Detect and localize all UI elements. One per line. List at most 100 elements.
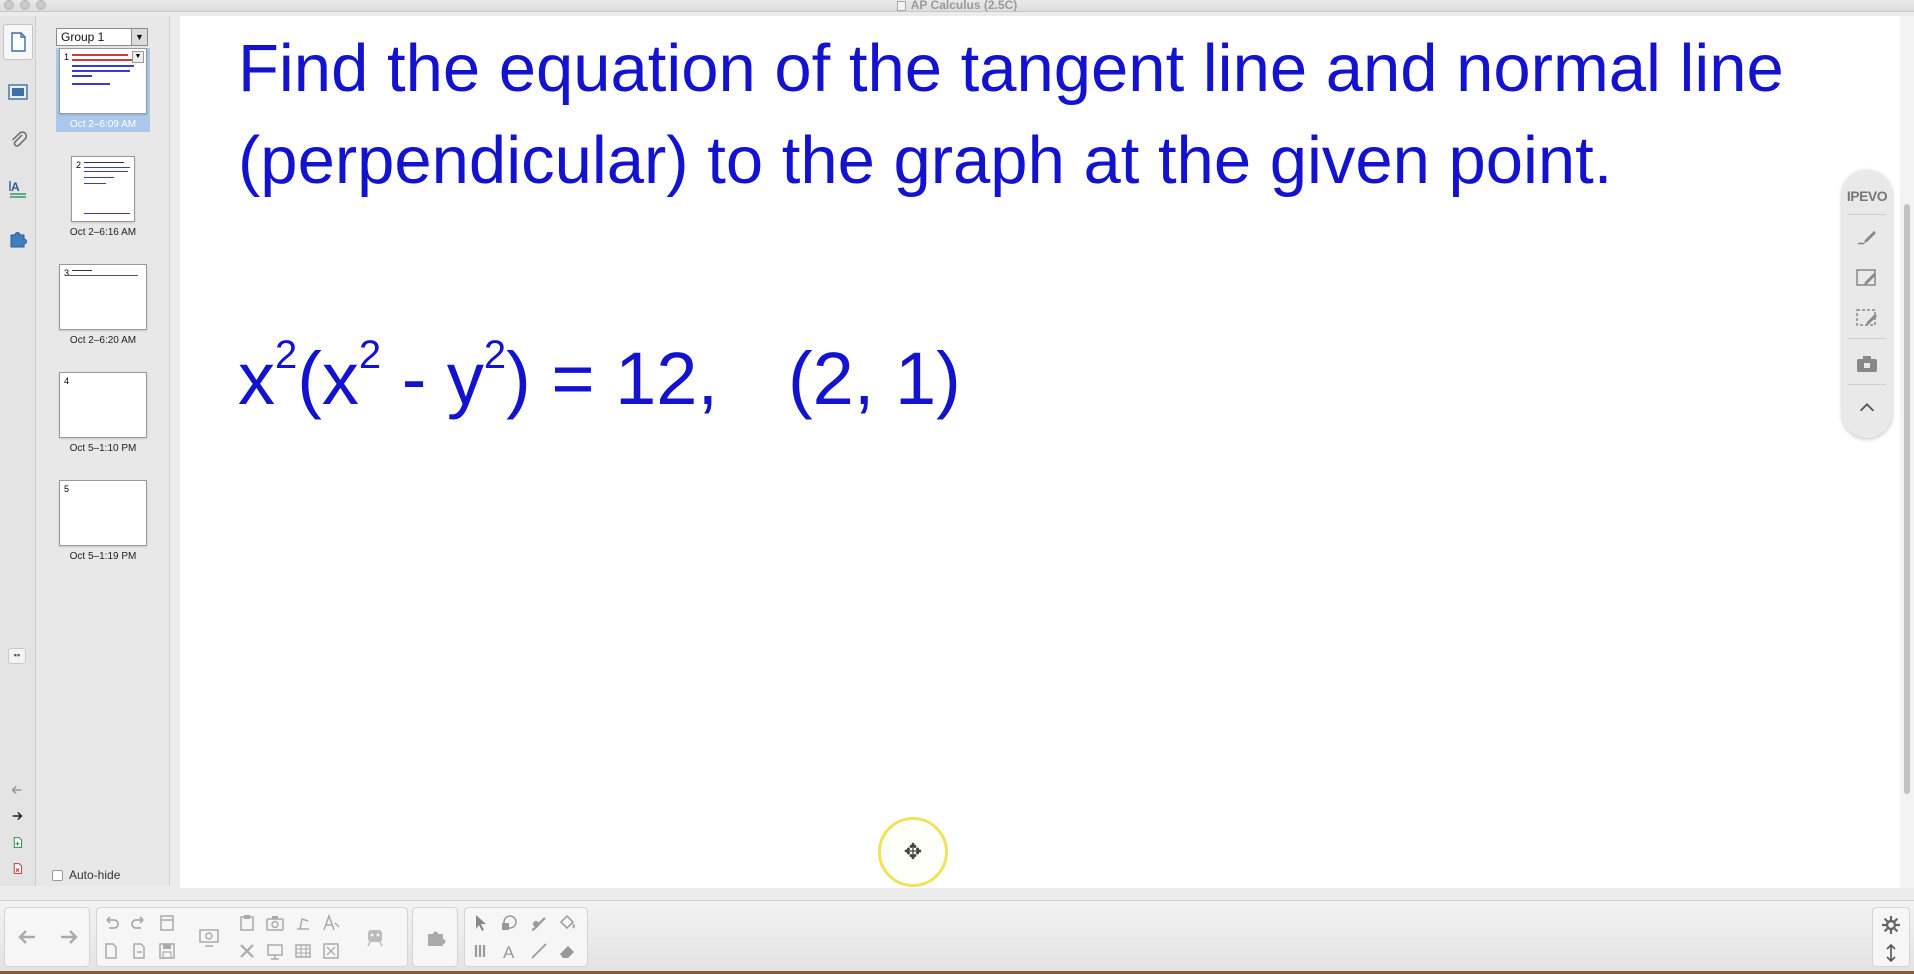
eraser-tool-button[interactable] <box>553 938 581 964</box>
camera-icon <box>1857 356 1877 372</box>
autohide-option[interactable]: Auto-hide <box>52 868 120 882</box>
thumbnail-menu-chevron-icon[interactable]: ▼ <box>132 51 144 63</box>
previous-page-mini-button[interactable] <box>6 780 28 800</box>
thumbnail-text-line <box>84 162 124 163</box>
svg-text:A: A <box>503 943 515 961</box>
page-thumbnail-2[interactable]: 2 Oct 2–6:16 AM <box>56 156 150 240</box>
chevron-down-icon[interactable]: ▼ <box>131 29 147 45</box>
page-sorter-tab[interactable] <box>3 24 33 60</box>
pens-icon <box>474 945 486 957</box>
response-button[interactable] <box>361 924 389 950</box>
insert-table-button[interactable] <box>289 938 317 964</box>
customize-toolbar-button[interactable] <box>1877 912 1905 938</box>
response-clicker-icon <box>367 930 383 947</box>
equation-point: (2, 1) <box>788 337 961 420</box>
equation-minus: - <box>381 337 447 420</box>
ipevo-floating-toolbar: IPEVO <box>1842 170 1892 438</box>
pen-tool-button[interactable] <box>467 938 495 964</box>
page-thumbnail-1[interactable]: 1 ▼ Oct 2–6:09 AM <box>56 48 150 132</box>
shape-tool-button[interactable] <box>495 910 523 936</box>
attachments-tab[interactable] <box>3 122 33 158</box>
add-ons-button[interactable] <box>422 924 450 950</box>
autohide-checkbox[interactable] <box>52 869 63 881</box>
add-ons-tab[interactable] <box>3 220 33 256</box>
close-icon <box>240 944 254 958</box>
delete-page-mini-button[interactable] <box>6 858 28 878</box>
thumbnail-text-line <box>84 177 114 178</box>
page-thumbnail-preview: 3 <box>59 264 147 330</box>
page-thumbnail-5[interactable]: 5 Oct 5–1:19 PM <box>56 480 150 564</box>
ipevo-collapse-button[interactable] <box>1853 394 1881 422</box>
navigation-group <box>4 907 90 967</box>
title-bar: AP Calculus (2.5C) <box>0 0 1914 12</box>
collapse-sidebar-handle[interactable]: ▪▪ <box>8 648 26 664</box>
previous-page-button[interactable] <box>13 924 41 950</box>
select-tool-button[interactable] <box>467 910 495 936</box>
scrollbar-thumb[interactable] <box>1904 204 1910 794</box>
ipevo-pen-button[interactable] <box>1853 224 1881 252</box>
text-icon: A <box>503 943 515 961</box>
page-number: 4 <box>64 376 70 386</box>
thumbnail-text-line <box>84 183 106 184</box>
problem-equation[interactable]: x2(x2 - y2) = 12, (2, 1) <box>238 333 961 421</box>
redo-button[interactable] <box>125 910 153 936</box>
thumbnail-text-line <box>72 270 92 271</box>
arrow-right-icon <box>12 811 23 821</box>
next-page-button[interactable] <box>55 924 83 950</box>
document-icon <box>105 943 117 959</box>
page-timestamp: Oct 2–6:20 AM <box>69 335 137 346</box>
arrow-left-icon <box>11 785 22 795</box>
move-toolbar-button[interactable] <box>1877 940 1905 966</box>
add-page-mini-button[interactable] <box>6 832 28 852</box>
problem-prompt[interactable]: Find the equation of the tangent line an… <box>238 23 1818 207</box>
page-timestamp: Oct 5–1:10 PM <box>69 443 137 454</box>
page-thumbnail-4[interactable]: 4 Oct 5–1:10 PM <box>56 372 150 456</box>
fill-tool-button[interactable] <box>553 910 581 936</box>
duplicate-page-button[interactable] <box>125 938 153 964</box>
save-button[interactable] <box>153 938 181 964</box>
page-number: 2 <box>76 160 82 170</box>
delete-button[interactable] <box>233 938 261 964</box>
page-timestamp: Oct 5–1:19 PM <box>69 551 137 562</box>
page-thumbnail-3[interactable]: 3 Oct 2–6:20 AM <box>56 264 150 348</box>
gallery-icon <box>8 84 28 100</box>
full-screen-button[interactable] <box>261 938 289 964</box>
show-hide-shade-button[interactable] <box>317 938 345 964</box>
smart-notebook-window: AP Calculus (2.5C) A ▪▪ Group 1 ▼ 1 ▼ Oc… <box>0 0 1914 974</box>
chevron-up-icon <box>1859 403 1875 412</box>
gallery-tab[interactable] <box>3 74 33 110</box>
document-camera-button[interactable] <box>289 910 317 936</box>
sorter-splitter[interactable] <box>170 16 180 886</box>
ipevo-camera-button[interactable] <box>1853 350 1881 378</box>
line-tool-button[interactable] <box>525 938 553 964</box>
magic-pen-button[interactable] <box>525 910 553 936</box>
ipevo-logo: IPEVO <box>1846 188 1888 204</box>
text-tool-button[interactable]: A <box>495 938 523 964</box>
undo-button[interactable] <box>97 910 125 936</box>
svg-text:A: A <box>11 180 20 194</box>
ipevo-snapshot-button[interactable] <box>1853 304 1881 332</box>
edit-tools-group <box>96 907 408 967</box>
ipevo-annotate-button[interactable] <box>1853 264 1881 292</box>
screen-shade-icon <box>199 929 219 947</box>
capture-button[interactable] <box>261 910 289 936</box>
presentation-icon <box>267 944 283 960</box>
paperclip-icon <box>11 131 27 147</box>
paste-button[interactable] <box>233 910 261 936</box>
page-timestamp: Oct 2–6:09 AM <box>69 119 137 130</box>
canvas-scrollbar[interactable] <box>1900 16 1914 888</box>
arrow-right-icon <box>61 930 78 944</box>
new-page-button[interactable] <box>153 910 181 936</box>
next-page-mini-button[interactable] <box>6 806 28 826</box>
puzzle-icon <box>10 232 27 248</box>
open-file-button[interactable] <box>97 938 125 964</box>
properties-tab[interactable]: A <box>3 170 33 206</box>
undo-icon <box>106 916 119 929</box>
group-selector-value: Group 1 <box>61 30 105 44</box>
text-style-button[interactable] <box>317 910 345 936</box>
group-selector[interactable]: Group 1 ▼ <box>56 28 148 46</box>
text-style-icon <box>323 913 340 931</box>
redo-icon <box>131 916 144 929</box>
screen-shade-button[interactable] <box>195 924 223 950</box>
window-title: AP Calculus (2.5C) <box>0 0 1914 12</box>
